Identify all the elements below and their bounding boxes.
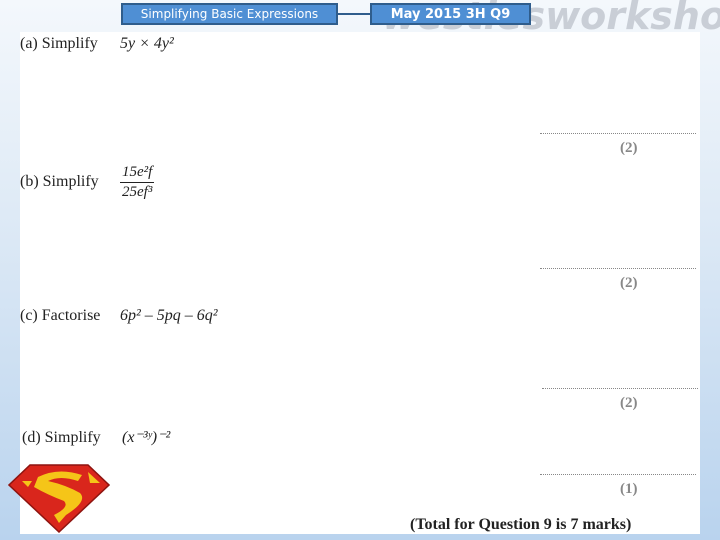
tag-connector (338, 13, 370, 15)
question-d-expression: (x⁻³ʸ)⁻² (122, 429, 171, 446)
question-b: (b) Simplify 15e²f 25ef³ (20, 164, 155, 200)
fraction-numerator: 15e²f (120, 164, 155, 183)
question-d: (d) Simplify (x⁻³ʸ)⁻² (22, 427, 170, 447)
question-b-label: (b) Simplify (20, 173, 99, 190)
question-d-label: (d) Simplify (22, 429, 101, 446)
question-b-fraction: 15e²f 25ef³ (120, 164, 155, 201)
question-c: (c) Factorise 6p² – 5pq – 6q² (20, 307, 218, 325)
superman-shield-icon (8, 464, 110, 533)
topic-tag: Simplifying Basic Expressions (121, 3, 338, 25)
question-a-label: (a) Simplify (20, 35, 98, 52)
total-marks: (Total for Question 9 is 7 marks) (410, 516, 632, 533)
question-paper: (a) Simplify 5y × 4y² (2) (b) Simplify 15… (20, 32, 700, 534)
source-tag: May 2015 3H Q9 (370, 3, 531, 25)
answer-line-d[interactable] (540, 474, 696, 475)
marks-b: (2) (620, 275, 638, 291)
fraction-denominator: 25ef³ (122, 184, 153, 200)
answer-line-b[interactable] (540, 268, 696, 269)
answer-line-a[interactable] (540, 133, 696, 134)
marks-d: (1) (620, 481, 638, 497)
question-c-label: (c) Factorise (20, 307, 101, 324)
marks-a: (2) (620, 140, 638, 156)
question-c-expression: 6p² – 5pq – 6q² (120, 307, 218, 324)
answer-line-c[interactable] (542, 388, 698, 389)
question-a-expression: 5y × 4y² (120, 35, 174, 52)
question-a: (a) Simplify 5y × 4y² (20, 35, 174, 53)
marks-c: (2) (620, 395, 638, 411)
